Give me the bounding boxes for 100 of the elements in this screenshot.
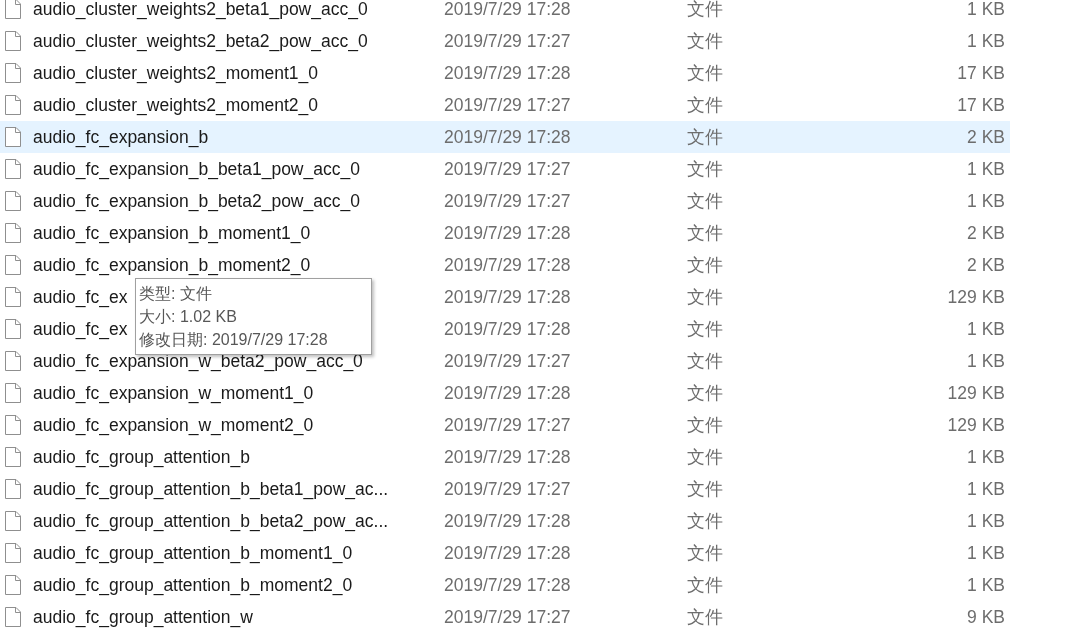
- file-icon: [5, 191, 21, 211]
- modified-date: 2019/7/29 17:27: [444, 349, 572, 373]
- modified-date: 2019/7/29 17:28: [444, 509, 572, 533]
- file-name: audio_fc_expansion_b_beta2_pow_acc_0: [33, 190, 360, 211]
- file-type: 文件: [687, 29, 724, 53]
- modified-date: 2019/7/29 17:28: [444, 573, 572, 597]
- file-icon: [5, 511, 21, 531]
- file-size: 1 KB: [966, 317, 1005, 341]
- file-name: audio_fc_group_attention_b_beta2_pow_ac...: [33, 510, 389, 531]
- file-name: audio_fc_ex: [33, 286, 128, 307]
- modified-date: 2019/7/29 17:28: [444, 317, 572, 341]
- tooltip: 类型: 文件 大小: 1.02 KB 修改日期: 2019/7/29 17:28: [135, 278, 372, 355]
- file-type: 文件: [687, 541, 724, 565]
- file-size: 1 KB: [966, 509, 1005, 533]
- file-icon: [5, 223, 21, 243]
- modified-date: 2019/7/29 17:28: [444, 285, 572, 309]
- file-size: 129 KB: [946, 381, 1005, 405]
- file-type: 文件: [687, 445, 724, 469]
- file-name: audio_fc_group_attention_b: [33, 446, 250, 467]
- file-icon: [5, 575, 21, 595]
- file-name: audio_fc_expansion_w_moment1_0: [33, 382, 314, 403]
- file-type: 文件: [687, 349, 724, 373]
- file-type: 文件: [687, 157, 724, 181]
- file-name: audio_fc_ex: [33, 318, 128, 339]
- file-size: 1 KB: [966, 349, 1005, 373]
- file-type: 文件: [687, 93, 724, 117]
- file-icon: [5, 95, 21, 115]
- file-type: 文件: [687, 605, 724, 629]
- modified-date: 2019/7/29 17:27: [444, 477, 572, 501]
- selected-row[interactable]: audio_fc_expansion_b 2019/7/29 17:28 文件 2 KB: [0, 121, 1010, 153]
- file-size: 2 KB: [966, 221, 1005, 245]
- file-icon: [5, 447, 21, 467]
- modified-date: 2019/7/29 17:27: [444, 157, 572, 181]
- modified-date: 2019/7/29 17:27: [444, 29, 572, 53]
- file-icon: [5, 319, 21, 339]
- file-size: 17 KB: [956, 61, 1005, 85]
- file-size: 1 KB: [966, 541, 1005, 565]
- file-type: 文件: [687, 61, 724, 85]
- modified-date: 2019/7/29 17:27: [444, 605, 572, 629]
- modified-date: 2019/7/29 17:27: [444, 189, 572, 213]
- file-name: audio_fc_group_attention_b_moment2_0: [33, 574, 353, 595]
- file-size: 1 KB: [966, 189, 1005, 213]
- file-name: audio_fc_expansion_w_moment2_0: [33, 414, 314, 435]
- file-icon: [5, 127, 21, 147]
- file-icon: [5, 255, 21, 275]
- modified-date: 2019/7/29 17:28: [444, 445, 572, 469]
- file-type: 文件: [687, 285, 724, 309]
- file-name: audio_fc_group_attention_b_beta1_pow_ac...: [33, 478, 389, 499]
- file-size: 2 KB: [966, 125, 1005, 149]
- file-icon: [5, 543, 21, 563]
- file-icon: [5, 607, 21, 627]
- file-icon: [5, 479, 21, 499]
- file-type: 文件: [687, 573, 724, 597]
- file-size: 1 KB: [966, 29, 1005, 53]
- file-size: 129 KB: [946, 413, 1005, 437]
- file-name: audio_cluster_weights2_moment1_0: [33, 62, 319, 83]
- file-size: 1 KB: [966, 573, 1005, 597]
- file-size: 2 KB: [966, 253, 1005, 277]
- modified-date: 2019/7/29 17:28: [444, 541, 572, 565]
- file-name: audio_cluster_weights2_moment2_0: [33, 94, 319, 115]
- file-icon: [5, 63, 21, 83]
- file-type: 文件: [687, 253, 724, 277]
- file-size: 1 KB: [966, 445, 1005, 469]
- file-type: 文件: [687, 125, 724, 149]
- modified-date: 2019/7/29 17:28: [444, 0, 572, 21]
- file-type: 文件: [687, 0, 724, 21]
- file-type: 文件: [687, 413, 724, 437]
- file-type: 文件: [687, 381, 724, 405]
- file-size: 1 KB: [966, 157, 1005, 181]
- file-name: audio_fc_expansion_b: [33, 126, 209, 147]
- file-name: audio_cluster_weights2_beta1_pow_acc_0: [33, 0, 368, 19]
- file-name: audio_cluster_weights2_beta2_pow_acc_0: [33, 30, 368, 51]
- file-name: audio_fc_expansion_b_beta1_pow_acc_0: [33, 158, 360, 179]
- file-icon: [5, 0, 21, 19]
- file-name: audio_fc_expansion_b_moment2_0: [33, 254, 311, 275]
- file-size: 129 KB: [946, 285, 1005, 309]
- file-type: 文件: [687, 189, 724, 213]
- modified-date: 2019/7/29 17:28: [444, 381, 572, 405]
- modified-date: 2019/7/29 17:28: [444, 253, 572, 277]
- file-icon: [5, 287, 21, 307]
- modified-date: 2019/7/29 17:27: [444, 93, 572, 117]
- modified-date: 2019/7/29 17:28: [444, 61, 572, 85]
- file-type: 文件: [687, 221, 724, 245]
- modified-date: 2019/7/29 17:28: [444, 125, 572, 149]
- file-type: 文件: [687, 317, 724, 341]
- file-icon: [5, 159, 21, 179]
- file-icon: [5, 351, 21, 371]
- file-name: audio_fc_group_attention_b_moment1_0: [33, 542, 353, 563]
- modified-date: 2019/7/29 17:28: [444, 221, 572, 245]
- file-icon: [5, 31, 21, 51]
- file-name: audio_fc_expansion_b_moment1_0: [33, 222, 311, 243]
- file-size: 1 KB: [966, 0, 1005, 21]
- file-size: 17 KB: [956, 93, 1005, 117]
- file-name: audio_fc_group_attention_w: [33, 606, 253, 627]
- file-size: 9 KB: [966, 605, 1005, 629]
- file-icon: [5, 415, 21, 435]
- file-type: 文件: [687, 477, 724, 501]
- file-type: 文件: [687, 509, 724, 533]
- file-icon: [5, 383, 21, 403]
- file-size: 1 KB: [966, 477, 1005, 501]
